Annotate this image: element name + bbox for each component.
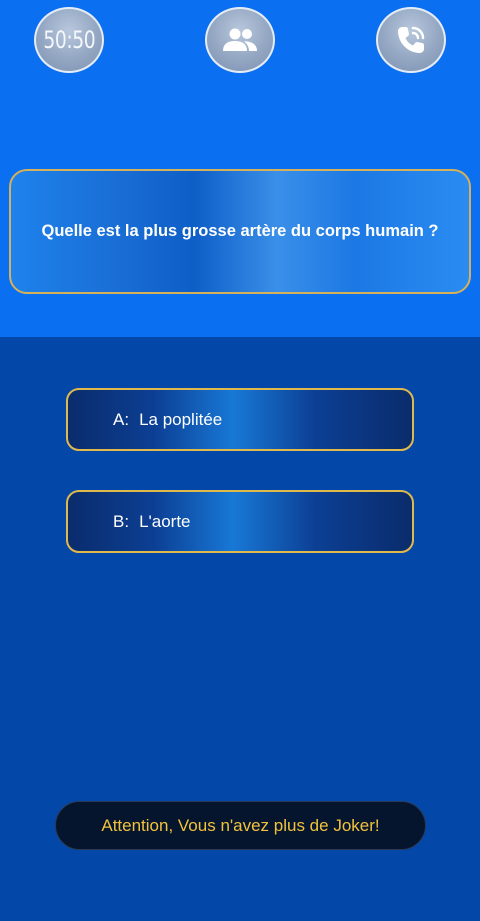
phone-ringing-icon <box>398 26 425 53</box>
fifty-fifty-label: 50:50 <box>43 26 96 54</box>
answer-letter: A: <box>113 409 130 429</box>
no-joker-notice: Attention, Vous n'avez plus de Joker! <box>55 801 426 850</box>
phone-joker-button[interactable] <box>376 7 446 73</box>
notice-text: Attention, Vous n'avez plus de Joker! <box>101 815 380 835</box>
people-group-icon <box>223 28 257 51</box>
question-box: Quelle est la plus grosse artère du corp… <box>9 169 471 294</box>
fifty-fifty-joker-button[interactable]: 50:50 <box>34 7 104 73</box>
question-text: Quelle est la plus grosse artère du corp… <box>41 222 439 240</box>
answer-text: L'aorte <box>139 511 191 531</box>
answer-option-b[interactable]: B: L'aorte <box>66 490 414 553</box>
audience-joker-button[interactable] <box>205 7 275 73</box>
answer-text: La poplitée <box>139 409 223 429</box>
answer-option-a[interactable]: A: La poplitée <box>66 388 414 451</box>
answer-letter: B: <box>113 511 130 531</box>
